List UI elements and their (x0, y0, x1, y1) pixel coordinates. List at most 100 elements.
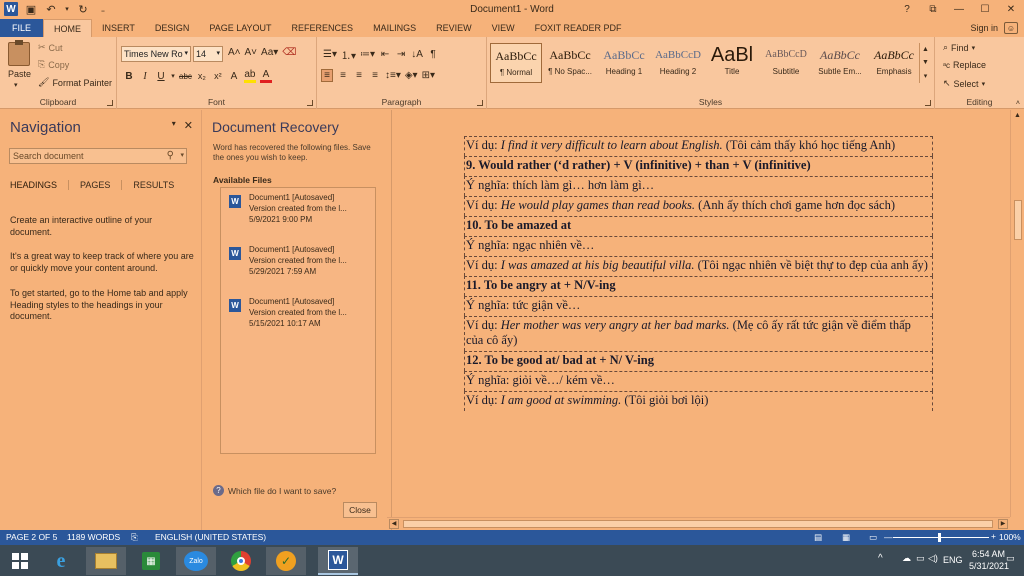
paragraph-launcher-icon[interactable] (477, 100, 483, 106)
italic-icon[interactable]: I (139, 71, 151, 82)
sort-icon[interactable]: ↓A (411, 49, 423, 60)
zoom-in-icon[interactable]: + (991, 531, 996, 541)
horizontal-scrollbar[interactable]: ◀ ▶ (387, 517, 1010, 529)
increase-indent-icon[interactable]: ⇥ (395, 49, 407, 60)
document-text-row[interactable]: Ví dụ: Her mother was very angry at her … (464, 316, 933, 351)
change-case-icon[interactable]: Aa▾ (261, 47, 278, 58)
search-document-input[interactable]: Search document ⚲ ▾ (9, 148, 187, 164)
document-heading-row[interactable]: 12. To be good at/ bad at + N/ V-ing (464, 351, 933, 371)
tab-design[interactable]: DESIGN (145, 19, 200, 37)
tab-references[interactable]: REFERENCES (282, 19, 364, 37)
numbering-icon[interactable]: ⒈▾ (341, 47, 356, 62)
style-normal[interactable]: AaBbCc ¶ Normal (490, 43, 542, 83)
more-styles-icon[interactable]: ▾ (924, 72, 928, 80)
ribbon-display-icon[interactable]: ⧉ (920, 0, 946, 19)
chevron-down-icon[interactable]: ▾ (172, 119, 176, 132)
language-indicator[interactable]: ENGLISH (UNITED STATES) (155, 532, 266, 542)
style-emphasis[interactable]: AaBbCc Emphasis (868, 43, 920, 83)
minimize-button[interactable]: — (946, 0, 972, 19)
zoom-out-icon[interactable]: — (884, 532, 893, 542)
tab-headings[interactable]: HEADINGS (10, 180, 70, 190)
recovered-file-item[interactable]: W Document1 [Autosaved] Version created … (229, 245, 373, 287)
align-left-icon[interactable]: ≡ (321, 69, 333, 82)
vertical-scrollbar[interactable]: ▲ (1010, 110, 1024, 517)
internet-explorer-icon[interactable]: e (41, 547, 81, 575)
line-spacing-icon[interactable]: ↕≡▾ (385, 70, 401, 81)
highlight-icon[interactable]: ab (243, 69, 256, 83)
help-icon[interactable]: ? (894, 0, 920, 19)
document-text-row[interactable]: Ví dụ: I am good at swimming. (Tôi giỏi … (464, 391, 933, 411)
document-canvas[interactable]: Ví dụ: I find it very difficult to learn… (393, 110, 1010, 517)
tab-mailings[interactable]: MAILINGS (363, 19, 426, 37)
paste-button[interactable]: Paste (8, 69, 31, 79)
chevron-down-icon[interactable]: ▼ (922, 59, 929, 66)
word-count[interactable]: 1189 WORDS (67, 532, 120, 542)
document-heading-row[interactable]: 11. To be angry at + N/V-ing (464, 276, 933, 296)
paste-dropdown-icon[interactable]: ▾ (14, 81, 18, 89)
scroll-right-icon[interactable]: ▶ (998, 519, 1008, 529)
clear-formatting-icon[interactable]: ⌫ (282, 47, 296, 58)
underline-icon[interactable]: U (155, 71, 167, 82)
document-text-row[interactable]: Ý nghĩa: thích làm gì… hơn làm gì… (464, 176, 933, 196)
sign-in-link[interactable]: Sign in (970, 23, 998, 33)
file-explorer-icon[interactable] (86, 547, 126, 575)
style-heading-2[interactable]: AaBbCcD Heading 2 (652, 43, 704, 83)
tab-results[interactable]: RESULTS (133, 180, 185, 190)
tab-view[interactable]: VIEW (482, 19, 525, 37)
recovery-close-button[interactable]: Close (343, 502, 377, 518)
clipboard-launcher-icon[interactable] (107, 100, 113, 106)
document-text-row[interactable]: Ý nghĩa: tức giận về… (464, 296, 933, 316)
bullets-icon[interactable]: ☰▾ (323, 49, 337, 60)
text-effects-icon[interactable]: A (228, 71, 240, 82)
replace-button[interactable]: ᵃc Replace (943, 60, 986, 70)
onedrive-icon[interactable]: ☁ (902, 553, 911, 564)
read-mode-icon[interactable]: ▤ (814, 532, 822, 543)
zoom-slider-knob[interactable] (938, 533, 941, 542)
document-text-row[interactable]: Ví dụ: I was amazed at his big beautiful… (464, 256, 933, 276)
which-file-help-link[interactable]: ? Which file do I want to save? (213, 485, 336, 496)
bold-icon[interactable]: B (123, 71, 135, 82)
paste-icon[interactable] (8, 40, 30, 66)
collapse-ribbon-icon[interactable]: ˄ (1016, 100, 1020, 107)
borders-icon[interactable]: ⊞▾ (422, 70, 435, 81)
tab-insert[interactable]: INSERT (92, 19, 145, 37)
proofing-icon[interactable]: ⎘ (131, 532, 138, 543)
chrome-icon[interactable] (221, 547, 261, 575)
windows-start-icon[interactable] (0, 547, 40, 575)
tab-pages[interactable]: PAGES (80, 180, 123, 190)
styles-gallery-scroll[interactable]: ▲ ▼ ▾ (919, 43, 931, 83)
style-title[interactable]: AaBl Title (706, 43, 758, 83)
align-center-icon[interactable]: ≡ (337, 70, 349, 81)
font-name-select[interactable]: Times New Ro ▾ (121, 46, 191, 62)
style-subtle-emphasis[interactable]: AaBbCc Subtle Em... (814, 43, 866, 83)
cut-button[interactable]: ✂ Cut (38, 42, 63, 53)
document-table[interactable]: Ví dụ: I find it very difficult to learn… (464, 136, 933, 411)
show-hidden-icons[interactable]: ^ (878, 553, 883, 564)
styles-launcher-icon[interactable] (925, 100, 931, 106)
format-painter-button[interactable]: 🖌 Format Painter (38, 77, 112, 88)
copy-button[interactable]: ⎘ Copy (38, 59, 69, 70)
shrink-font-icon[interactable]: A˅ (245, 47, 258, 58)
show-formatting-icon[interactable]: ¶ (427, 49, 439, 60)
document-text-row[interactable]: Ví dụ: He would play games than read boo… (464, 196, 933, 216)
style-heading-1[interactable]: AaBbCc Heading 1 (598, 43, 650, 83)
scroll-left-icon[interactable]: ◀ (389, 519, 399, 529)
clock-time[interactable]: 6:54 AM (972, 549, 1005, 559)
zoom-slider[interactable] (893, 533, 989, 542)
chevron-up-icon[interactable]: ▲ (922, 46, 929, 53)
feedback-smiley-icon[interactable]: ☺ (1004, 22, 1018, 34)
font-size-select[interactable]: 14 ▾ (193, 46, 223, 62)
horizontal-scroll-thumb[interactable] (403, 520, 993, 528)
chevron-down-icon[interactable]: ▾ (180, 149, 184, 163)
superscript-icon[interactable]: x² (212, 71, 224, 81)
vertical-scroll-thumb[interactable] (1014, 200, 1022, 240)
zoom-level[interactable]: 100% (999, 532, 1021, 542)
subscript-icon[interactable]: x₂ (196, 71, 208, 81)
tab-file[interactable]: FILE (0, 19, 43, 37)
chevron-up-icon[interactable]: ▲ (1014, 112, 1021, 119)
decrease-indent-icon[interactable]: ⇤ (379, 49, 391, 60)
store-icon[interactable]: ▦ (131, 547, 171, 575)
clock-date[interactable]: 5/31/2021 (969, 561, 1009, 571)
justify-icon[interactable]: ≡ (369, 70, 381, 81)
input-language[interactable]: ENG (943, 555, 963, 565)
